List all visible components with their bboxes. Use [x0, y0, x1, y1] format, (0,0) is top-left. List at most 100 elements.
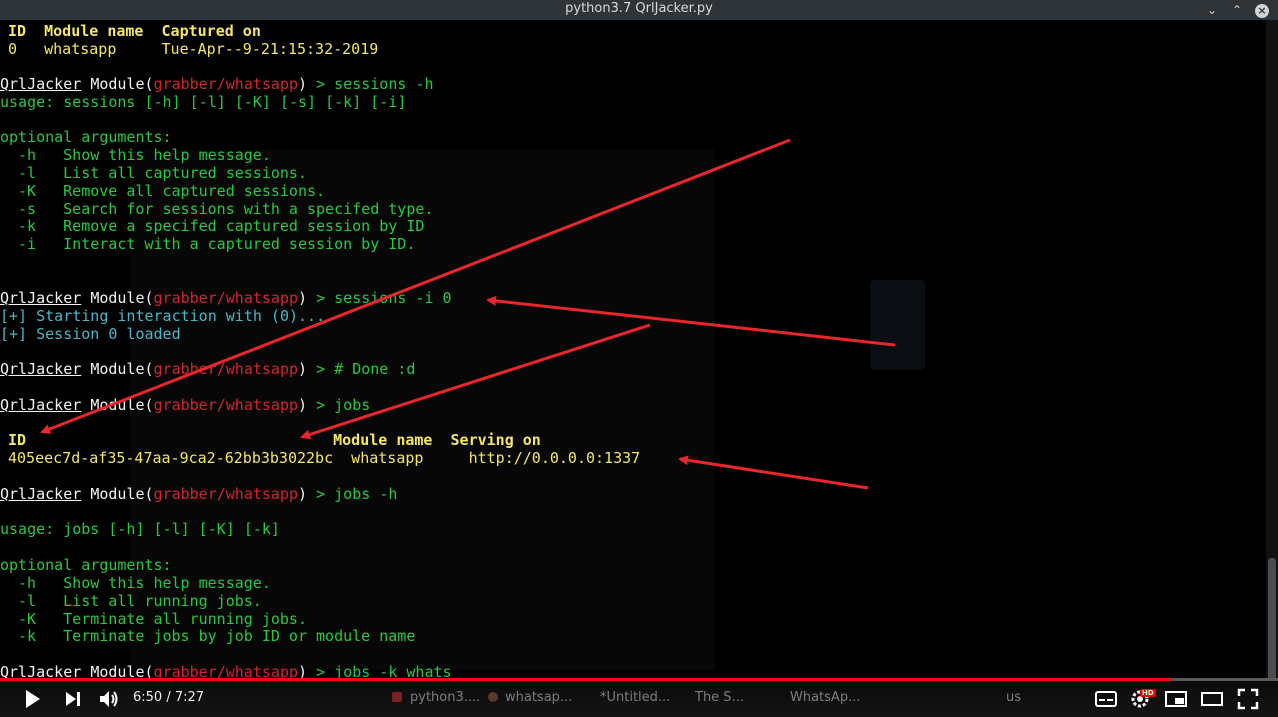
sessions-table-header: ID Module name Captured on: [8, 22, 261, 40]
option-desc: List all captured sessions.: [63, 164, 307, 182]
cell-id: 0: [8, 40, 18, 58]
jobs-table-row: 405eec7d-af35-47aa-9ca2-62bb3b3022bc wha…: [8, 449, 640, 467]
command-text: jobs: [334, 396, 371, 414]
prompt-app: QrlJacker: [0, 289, 82, 307]
option-row: -h Show this help message.: [18, 574, 271, 592]
browser-taskbar-icon: [488, 692, 498, 702]
terminal-scrollbar[interactable]: [1266, 20, 1278, 694]
play-icon[interactable]: [24, 687, 42, 711]
option-desc: Terminate all running jobs.: [63, 610, 307, 628]
theater-mode-icon[interactable]: [1200, 687, 1224, 711]
prompt-app: QrlJacker: [0, 485, 82, 503]
cell-module: whatsapp: [44, 40, 117, 58]
taskbar-item[interactable]: WhatsAp...: [790, 690, 860, 705]
prompt-module-path: grabber/whatsapp: [153, 485, 299, 503]
cell-serving: http://0.0.0.0:1337: [468, 449, 641, 467]
prompt-module-label: Module(: [90, 289, 154, 307]
option-row: -l List all running jobs.: [18, 592, 262, 610]
optional-arguments-heading: optional arguments:: [0, 556, 172, 574]
prompt-app: QrlJacker: [0, 360, 82, 378]
prompt-module-label: Module(: [90, 485, 154, 503]
prompt-module-path: grabber/whatsapp: [153, 75, 299, 93]
option-row: -K Terminate all running jobs.: [18, 610, 307, 628]
option-row: -i Interact with a captured session by I…: [18, 235, 415, 253]
prompt-line: QrlJacker Module(grabber/whatsapp) > job…: [0, 485, 397, 503]
cell-module: whatsapp: [351, 449, 424, 467]
prompt-module-path: grabber/whatsapp: [153, 360, 299, 378]
option-row: -h Show this help message.: [18, 146, 271, 164]
terminal-output[interactable]: ID Module name Captured on 0 whatsapp Tu…: [0, 20, 1266, 680]
keyboard-layout: us: [1006, 690, 1022, 705]
jobs-table-header: ID Module name Serving on: [8, 431, 541, 449]
option-flag: -h: [18, 146, 37, 164]
col-module: Module name: [44, 22, 144, 40]
fullscreen-icon[interactable]: [1236, 687, 1260, 711]
usage-line: usage: sessions [-h] [-l] [-K] [-s] [-k]…: [0, 93, 407, 111]
prompt-module-label: Module(: [90, 396, 154, 414]
command-text: sessions -i 0: [334, 289, 452, 307]
miniplayer-icon[interactable]: [1164, 687, 1188, 711]
command-text: # Done :d: [334, 360, 416, 378]
window-title-bar: python3.7 QrlJacker.py ⌄ ⌃ ×: [0, 0, 1278, 20]
option-row: -k Remove a specifed captured session by…: [18, 217, 424, 235]
prompt-line: QrlJacker Module(grabber/whatsapp) > ses…: [0, 289, 452, 307]
option-row: -k Terminate jobs by job ID or module na…: [18, 627, 415, 645]
option-flag: -k: [18, 627, 37, 645]
cell-job-id: 405eec7d-af35-47aa-9ca2-62bb3b3022bc: [8, 449, 334, 467]
option-flag: -s: [18, 200, 37, 218]
option-row: -s Search for sessions with a specifed t…: [18, 200, 433, 218]
option-flag: -l: [18, 592, 37, 610]
sessions-table-row: 0 whatsapp Tue-Apr--9-21:15:32-2019: [8, 40, 378, 58]
col-captured: Captured on: [161, 22, 261, 40]
scrollbar-thumb[interactable]: [1268, 558, 1276, 694]
option-flag: -i: [18, 235, 37, 253]
option-row: -l List all captured sessions.: [18, 164, 307, 182]
option-flag: -l: [18, 164, 37, 182]
prompt-module-label: Module(: [90, 360, 154, 378]
volume-icon[interactable]: [98, 687, 120, 711]
prompt-close: ): [298, 396, 308, 414]
hd-badge: HD: [1140, 689, 1156, 697]
prompt-close: ): [298, 75, 308, 93]
col-serving: Serving on: [450, 431, 541, 449]
subtitles-icon[interactable]: [1094, 687, 1118, 711]
option-desc: Show this help message.: [63, 146, 271, 164]
optional-arguments-heading: optional arguments:: [0, 128, 172, 146]
minimize-icon[interactable]: ⌄: [1204, 2, 1220, 18]
time-display: 6:50 / 7:27: [133, 690, 205, 705]
col-module: Module name: [333, 431, 433, 449]
option-desc: Remove a specifed captured session by ID: [63, 217, 425, 235]
command-text: jobs -h: [334, 485, 398, 503]
taskbar-item[interactable]: whatsap...: [505, 690, 572, 705]
window-title: python3.7 QrlJacker.py: [565, 1, 713, 16]
option-desc: Search for sessions with a specifed type…: [63, 200, 434, 218]
terminal-taskbar-icon: [392, 692, 402, 702]
prompt-module-label: Module(: [90, 75, 154, 93]
prompt-arrow: >: [307, 75, 335, 93]
maximize-icon[interactable]: ⌃: [1229, 2, 1245, 18]
option-desc: Terminate jobs by job ID or module name: [63, 627, 416, 645]
usage-line: usage: jobs [-h] [-l] [-K] [-k]: [0, 520, 280, 538]
option-row: -K Remove all captured sessions.: [18, 182, 325, 200]
prompt-line: QrlJacker Module(grabber/whatsapp) > # D…: [0, 360, 415, 378]
option-desc: Remove all captured sessions.: [63, 182, 326, 200]
taskbar-item[interactable]: The S...: [695, 690, 744, 705]
option-flag: -K: [18, 610, 37, 628]
close-button[interactable]: ×: [1254, 2, 1270, 18]
col-id: ID: [8, 431, 27, 449]
option-desc: Show this help message.: [63, 574, 271, 592]
prompt-close: ): [298, 289, 308, 307]
prompt-close: ): [298, 360, 308, 378]
cell-captured: Tue-Apr--9-21:15:32-2019: [161, 40, 379, 58]
col-id: ID: [8, 22, 27, 40]
taskbar-item[interactable]: *Untitled...: [600, 690, 670, 705]
prompt-module-path: grabber/whatsapp: [153, 396, 299, 414]
prompt-line: QrlJacker Module(grabber/whatsapp) > job…: [0, 396, 370, 414]
prompt-module-path: grabber/whatsapp: [153, 289, 299, 307]
next-icon[interactable]: [64, 687, 82, 711]
taskbar-item[interactable]: python3....: [410, 690, 480, 705]
prompt-arrow: >: [307, 396, 335, 414]
prompt-line: QrlJacker Module(grabber/whatsapp) > ses…: [0, 75, 434, 93]
prompt-arrow: >: [307, 289, 335, 307]
prompt-close: ): [298, 485, 308, 503]
